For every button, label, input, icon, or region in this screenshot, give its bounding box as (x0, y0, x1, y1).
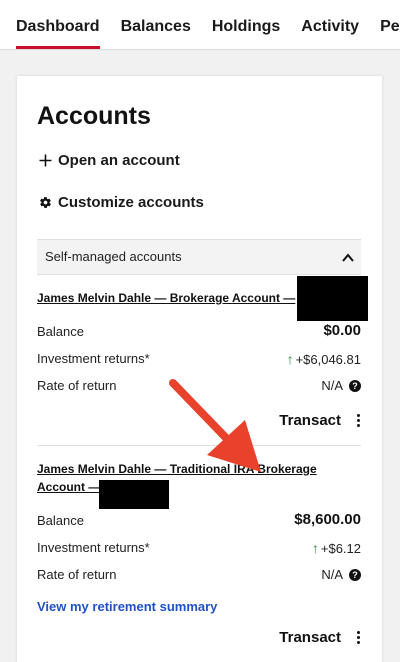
top-navigation: Dashboard Balances Holdings Activity Per… (0, 0, 400, 50)
tab-bar: Dashboard Balances Holdings Activity Per… (16, 18, 400, 49)
account-name-link-line2[interactable]: Account — (37, 480, 100, 494)
account-divider (37, 445, 361, 446)
account-name-line: James Melvin Dahle — Brokerage Account — (37, 289, 295, 307)
tab-performance[interactable]: Performance (380, 18, 400, 49)
investment-returns-value: +$6.12 (320, 540, 361, 556)
rate-of-return-label: Rate of return (37, 378, 117, 393)
balance-value: $8,600.00 (294, 511, 361, 528)
question-circle-icon[interactable]: ? (349, 568, 361, 581)
arrow-up-icon: ↑ (286, 351, 294, 367)
rate-of-return-row: Rate of return N/A ? (37, 565, 361, 585)
kebab-menu-icon[interactable] (355, 630, 361, 645)
open-account-label: Open an account (58, 152, 180, 169)
kebab-menu-icon[interactable] (355, 413, 361, 428)
rate-of-return-label: Rate of return (37, 567, 117, 582)
transact-label: Transact (279, 412, 341, 429)
balance-value: $0.00 (323, 322, 361, 339)
transact-label: Transact (279, 629, 341, 646)
gear-icon (38, 196, 52, 210)
traditional-ira-account: James Melvin Dahle — Traditional IRA Bro… (37, 456, 361, 656)
balance-label: Balance (37, 324, 84, 339)
investment-returns-row: Investment returns* ↑ +$6,046.81 (37, 349, 361, 369)
redacted-account-number (99, 480, 169, 509)
tab-activity[interactable]: Activity (301, 18, 359, 49)
customize-accounts-label: Customize accounts (58, 194, 204, 211)
customize-accounts-button[interactable]: Customize accounts (38, 194, 204, 211)
investment-returns-label: Investment returns* (37, 351, 150, 366)
question-circle-icon[interactable]: ? (349, 379, 361, 392)
self-managed-accounts-header[interactable]: Self-managed accounts (37, 239, 361, 275)
plus-icon (38, 154, 52, 168)
tab-holdings[interactable]: Holdings (212, 18, 280, 49)
investment-returns-label: Investment returns* (37, 540, 150, 555)
accounts-title: Accounts (37, 102, 151, 130)
open-account-button[interactable]: Open an account (38, 152, 180, 169)
balance-label: Balance (37, 513, 84, 528)
rate-of-return-row: Rate of return N/A ? (37, 376, 361, 396)
tab-balances[interactable]: Balances (121, 18, 191, 49)
rate-of-return-value: N/A (321, 378, 343, 393)
rate-of-return-value: N/A (321, 567, 343, 582)
section-label: Self-managed accounts (45, 249, 182, 264)
investment-returns-row: Investment returns* ↑ +$6.12 (37, 538, 361, 558)
tab-dashboard[interactable]: Dashboard (16, 18, 100, 49)
account-name-block: James Melvin Dahle — Traditional IRA Bro… (37, 460, 361, 496)
investment-returns-value: +$6,046.81 (295, 351, 361, 367)
brokerage-account: James Melvin Dahle — Brokerage Account —… (37, 276, 368, 436)
redacted-account-number (297, 276, 368, 321)
chevron-up-icon[interactable] (341, 251, 355, 265)
retirement-summary-link[interactable]: View my retirement summary (37, 599, 217, 614)
transact-button[interactable]: Transact (279, 629, 361, 646)
balance-row: Balance $8,600.00 (37, 511, 361, 531)
balance-row: Balance $0.00 (37, 322, 361, 342)
arrow-up-icon: ↑ (311, 540, 319, 556)
account-name-link[interactable]: James Melvin Dahle — Brokerage Account — (37, 291, 295, 305)
transact-button[interactable]: Transact (279, 412, 361, 429)
account-name-link-line1[interactable]: James Melvin Dahle — Traditional IRA Bro… (37, 460, 361, 478)
accounts-card: Accounts Open an account Customize accou… (17, 76, 382, 662)
